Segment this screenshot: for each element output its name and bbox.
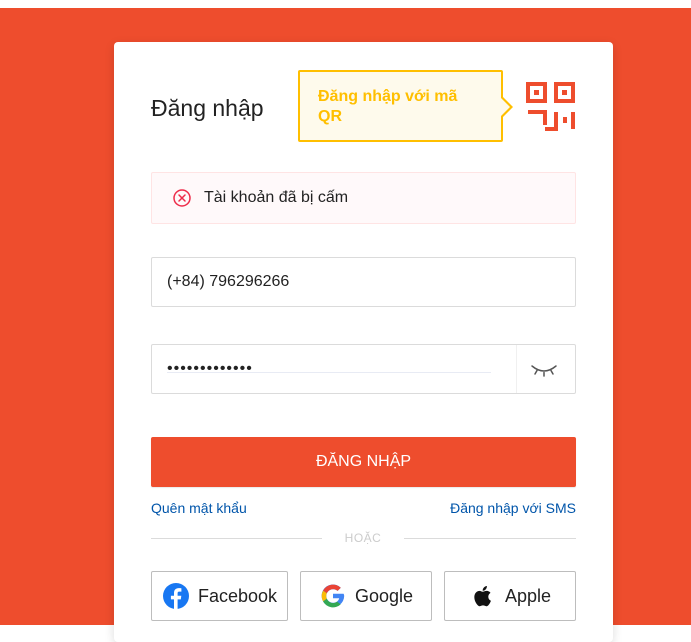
password-field[interactable] xyxy=(151,344,576,394)
error-circle-x-icon xyxy=(172,188,192,208)
facebook-login-button[interactable]: Facebook xyxy=(151,571,288,621)
google-icon xyxy=(319,582,347,610)
facebook-icon xyxy=(162,582,190,610)
apple-icon xyxy=(469,582,497,610)
password-underline xyxy=(167,372,491,373)
password-separator xyxy=(516,345,517,393)
or-divider: HOẶC xyxy=(151,530,576,546)
phone-field[interactable] xyxy=(151,257,576,307)
password-input[interactable] xyxy=(152,345,492,393)
divider-text: HOẶC xyxy=(344,531,382,545)
facebook-label: Facebook xyxy=(197,585,278,606)
google-login-button[interactable]: Google xyxy=(300,571,432,621)
page-title: Đăng nhập xyxy=(151,95,264,121)
error-alert: Tài khoản đã bị cấm xyxy=(151,172,576,224)
apple-login-button[interactable]: Apple xyxy=(444,571,576,621)
tooltip-arrow-fill xyxy=(501,98,510,116)
phone-input[interactable] xyxy=(152,258,572,306)
error-message: Tài khoản đã bị cấm xyxy=(204,189,349,206)
qr-code-icon[interactable] xyxy=(525,81,577,133)
forgot-password-link[interactable]: Quên mật khẩu xyxy=(151,499,247,517)
login-button[interactable]: ĐĂNG NHẬP xyxy=(151,437,576,487)
divider-line-left xyxy=(151,538,322,539)
qr-login-tooltip: Đăng nhập với mã QR xyxy=(298,70,513,142)
sms-login-link[interactable]: Đăng nhập với SMS xyxy=(450,499,576,517)
divider-line-right xyxy=(404,538,576,539)
eye-closed-icon[interactable] xyxy=(527,357,561,383)
apple-label: Apple xyxy=(504,585,552,606)
qr-tooltip-text: Đăng nhập với mã QR xyxy=(318,88,458,125)
login-card: Đăng nhập Đăng nhập với mã QR Tài khoản … xyxy=(114,42,613,642)
google-label: Google xyxy=(354,585,414,606)
